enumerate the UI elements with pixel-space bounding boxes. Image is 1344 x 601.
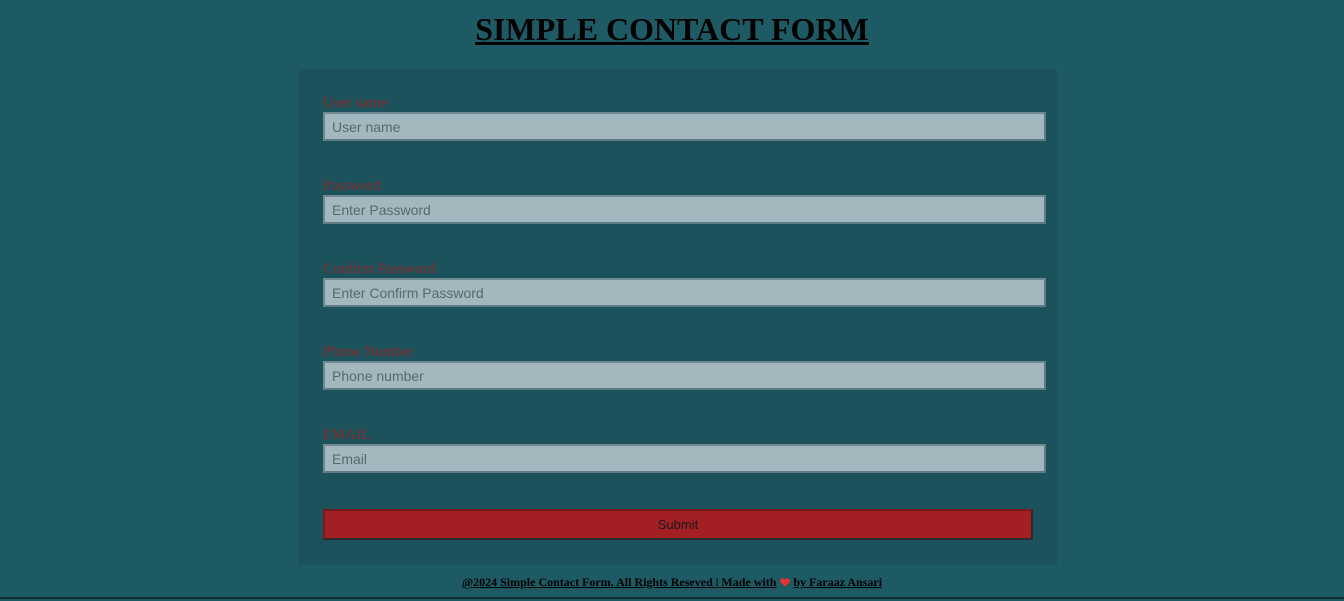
confirm-password-field-group: Confirm Password xyxy=(323,261,1046,307)
footer-copyright-text: @2024 Simple Contact Form. All Rights Re… xyxy=(461,575,777,589)
password-label: Password xyxy=(323,178,381,194)
email-input[interactable] xyxy=(323,444,1046,473)
phone-input[interactable] xyxy=(323,361,1046,390)
username-field-group: User name xyxy=(323,95,1046,141)
password-input[interactable] xyxy=(323,195,1046,224)
confirm-password-input[interactable] xyxy=(323,278,1046,307)
password-field-group: Password xyxy=(323,178,1046,224)
heart-icon xyxy=(780,578,791,587)
email-label: EMAIL xyxy=(323,427,371,443)
footer-author-text: by Faraaz Ansari xyxy=(793,575,883,589)
phone-field-group: Phone Number xyxy=(323,344,1046,390)
phone-label: Phone Number xyxy=(323,344,414,360)
confirm-password-label: Confirm Password xyxy=(323,261,436,277)
username-input[interactable] xyxy=(323,112,1046,141)
submit-button[interactable]: Submit xyxy=(323,509,1033,540)
username-label: User name xyxy=(323,95,388,111)
contact-form: User name Password Confirm Password Phon… xyxy=(298,69,1057,565)
bottom-divider xyxy=(0,597,1344,599)
page-title: SIMPLE CONTACT FORM xyxy=(475,11,869,47)
footer: @2024 Simple Contact Form. All Rights Re… xyxy=(0,574,1344,590)
email-field-group: EMAIL xyxy=(323,427,1046,473)
